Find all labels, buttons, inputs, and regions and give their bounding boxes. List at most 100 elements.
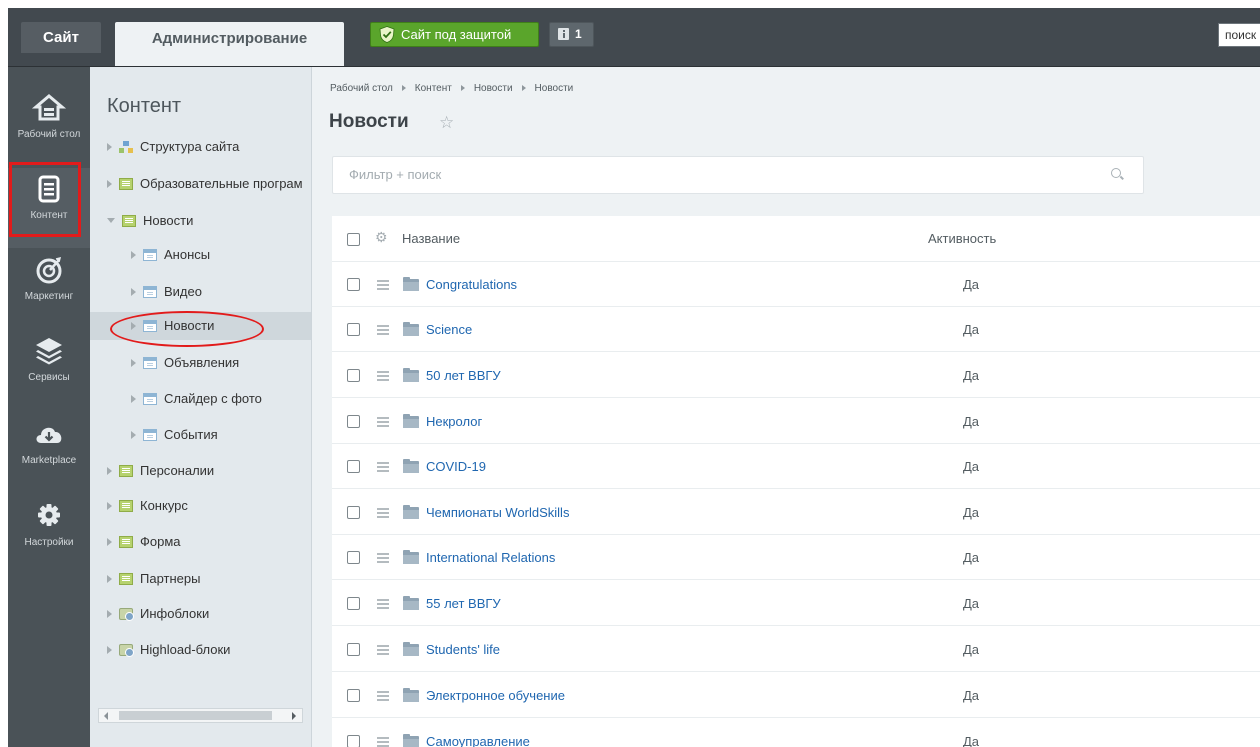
tree-horizontal-scrollbar[interactable] <box>98 708 303 723</box>
breadcrumb-link[interactable]: Рабочий стол <box>330 83 393 94</box>
expand-arrow-icon[interactable] <box>107 609 112 618</box>
table-row[interactable]: Некролог Да <box>332 399 1260 444</box>
section-name-link[interactable]: 55 лет ВВГУ <box>426 596 501 611</box>
site-protected-button[interactable]: Сайт под защитой <box>370 22 539 47</box>
row-checkbox[interactable] <box>347 369 360 382</box>
tree-item-news-type[interactable]: Новости <box>107 207 193 235</box>
scroll-right-icon[interactable] <box>292 712 296 720</box>
menu-settings[interactable]: Настройки <box>8 495 90 575</box>
expand-arrow-icon[interactable] <box>107 142 112 151</box>
menu-marketing[interactable]: Маркетинг <box>8 249 90 329</box>
tree-item-site-structure[interactable]: Структура сайта <box>107 133 239 161</box>
menu-marketplace[interactable]: Marketplace <box>8 413 90 493</box>
table-row[interactable]: 50 лет ВВГУ Да <box>332 353 1260 398</box>
tree-item-video[interactable]: Видео <box>131 278 202 306</box>
folder-icon <box>403 642 419 656</box>
row-menu-icon[interactable] <box>377 737 389 747</box>
row-menu-icon[interactable] <box>377 462 389 472</box>
tab-site[interactable]: Сайт <box>21 22 101 53</box>
expand-arrow-icon[interactable] <box>131 430 136 439</box>
table-row[interactable]: 55 лет ВВГУ Да <box>332 581 1260 626</box>
scroll-left-icon[interactable] <box>104 712 108 720</box>
tree-item-label: Видео <box>164 284 202 299</box>
row-checkbox[interactable] <box>347 643 360 656</box>
expand-arrow-icon[interactable] <box>107 574 112 583</box>
tree-item-ads[interactable]: Объявления <box>131 349 239 377</box>
row-checkbox[interactable] <box>347 323 360 336</box>
table-row[interactable]: Чемпионаты WorldSkills Да <box>332 490 1260 535</box>
section-name-link[interactable]: Электронное обучение <box>426 688 565 703</box>
filter-search-input[interactable]: Фильтр + поиск <box>332 156 1144 194</box>
row-checkbox[interactable] <box>347 735 360 747</box>
tree-item-photo-slider[interactable]: Слайдер с фото <box>131 385 262 413</box>
column-header-name[interactable]: Название <box>402 231 460 246</box>
tree-item-persons[interactable]: Персоналии <box>107 457 214 485</box>
breadcrumb-link[interactable]: Новости <box>474 83 513 94</box>
section-name-link[interactable]: Congratulations <box>426 277 517 292</box>
table-row[interactable]: Электронное обучение Да <box>332 673 1260 718</box>
row-checkbox[interactable] <box>347 278 360 291</box>
tree-item-announcements[interactable]: Анонсы <box>131 241 210 269</box>
table-row[interactable]: Students' life Да <box>332 627 1260 672</box>
tree-item-highload[interactable]: Highload-блоки <box>107 636 230 664</box>
tree-item-education-programs[interactable]: Образовательные програм <box>107 170 303 198</box>
section-name-link[interactable]: International Relations <box>426 550 555 565</box>
breadcrumb-link[interactable]: Контент <box>415 83 452 94</box>
row-checkbox[interactable] <box>347 689 360 702</box>
row-checkbox[interactable] <box>347 551 360 564</box>
section-name-link[interactable]: Некролог <box>426 414 482 429</box>
expand-arrow-icon[interactable] <box>107 537 112 546</box>
table-row[interactable]: Congratulations Да <box>332 262 1260 307</box>
table-row[interactable]: Science Да <box>332 307 1260 352</box>
expand-arrow-icon[interactable] <box>107 501 112 510</box>
tree-item-infoblocks[interactable]: Инфоблоки <box>107 600 209 628</box>
row-checkbox[interactable] <box>347 415 360 428</box>
section-name-link[interactable]: Students' life <box>426 642 500 657</box>
breadcrumb-current[interactable]: Новости <box>535 83 574 94</box>
notifications-button[interactable]: 1 <box>549 22 594 47</box>
row-menu-icon[interactable] <box>377 691 389 701</box>
row-menu-icon[interactable] <box>377 325 389 335</box>
row-menu-icon[interactable] <box>377 371 389 381</box>
expand-arrow-icon[interactable] <box>107 179 112 188</box>
column-header-active[interactable]: Активность <box>928 231 996 246</box>
tree-item-label: Highload-блоки <box>140 642 231 657</box>
row-menu-icon[interactable] <box>377 599 389 609</box>
row-menu-icon[interactable] <box>377 508 389 518</box>
tree-item-form[interactable]: Форма <box>107 528 181 556</box>
menu-services[interactable]: Сервисы <box>8 330 90 410</box>
section-name-link[interactable]: COVID-19 <box>426 459 486 474</box>
scrollbar-thumb[interactable] <box>119 711 272 720</box>
collapse-arrow-icon[interactable] <box>107 218 115 224</box>
tab-administration[interactable]: Администрирование <box>115 22 344 66</box>
row-menu-icon[interactable] <box>377 553 389 563</box>
row-checkbox[interactable] <box>347 506 360 519</box>
expand-arrow-icon[interactable] <box>107 645 112 654</box>
expand-arrow-icon[interactable] <box>131 287 136 296</box>
table-row[interactable]: International Relations Да <box>332 535 1260 580</box>
expand-arrow-icon[interactable] <box>131 394 136 403</box>
select-all-checkbox[interactable] <box>347 233 360 246</box>
section-name-link[interactable]: Самоуправление <box>426 734 530 747</box>
tree-item-contest[interactable]: Конкурс <box>107 492 188 520</box>
expand-arrow-icon[interactable] <box>131 250 136 259</box>
table-row[interactable]: COVID-19 Да <box>332 444 1260 489</box>
row-menu-icon[interactable] <box>377 280 389 290</box>
tree-item-partners[interactable]: Партнеры <box>107 565 200 593</box>
section-name-link[interactable]: Science <box>426 322 472 337</box>
row-menu-icon[interactable] <box>377 645 389 655</box>
grid-settings-icon[interactable]: ⚙ <box>375 229 388 246</box>
tree-item-events[interactable]: События <box>131 421 218 449</box>
row-checkbox[interactable] <box>347 460 360 473</box>
section-name-link[interactable]: Чемпионаты WorldSkills <box>426 505 569 520</box>
row-menu-icon[interactable] <box>377 417 389 427</box>
row-checkbox[interactable] <box>347 597 360 610</box>
table-row[interactable]: Самоуправление Да <box>332 719 1260 747</box>
expand-arrow-icon[interactable] <box>131 358 136 367</box>
section-name-link[interactable]: 50 лет ВВГУ <box>426 368 501 383</box>
menu-desktop[interactable]: Рабочий стол <box>8 87 90 167</box>
search-icon[interactable] <box>1111 168 1121 178</box>
expand-arrow-icon[interactable] <box>107 466 112 475</box>
favorite-star-icon[interactable]: ☆ <box>439 113 454 133</box>
top-search-input[interactable]: поиск <box>1218 23 1260 47</box>
